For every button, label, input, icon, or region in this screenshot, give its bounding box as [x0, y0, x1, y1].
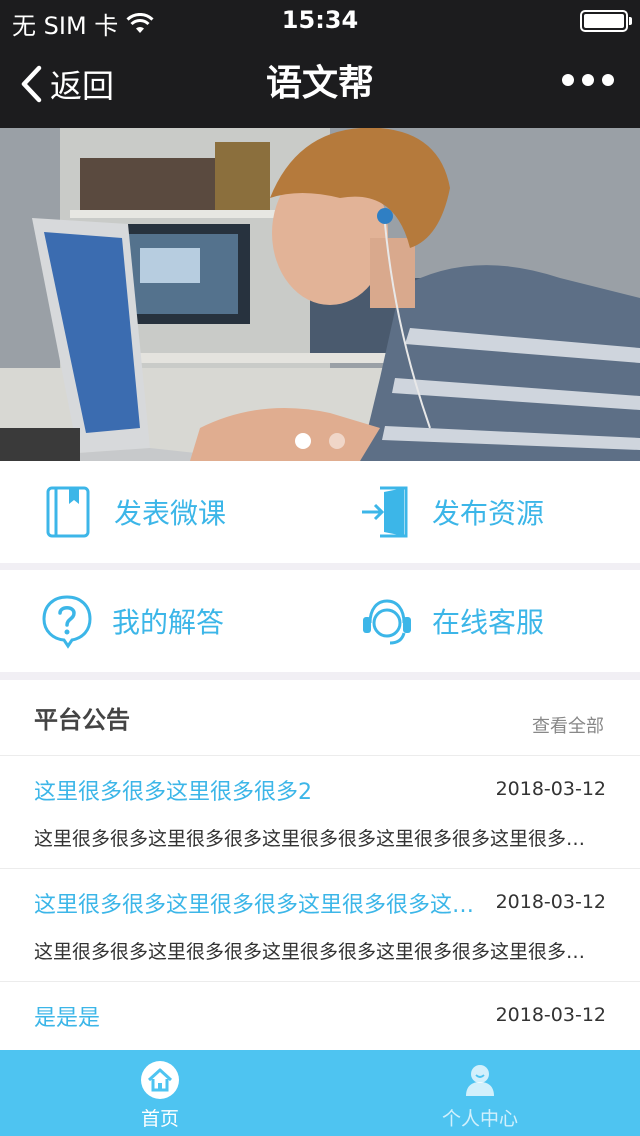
banner-carousel[interactable]	[0, 128, 640, 461]
more-dots-icon	[562, 74, 574, 86]
tab-home-label: 首页	[140, 1108, 179, 1130]
announcement-item-date: 2018-03-12	[495, 1004, 606, 1026]
more-button[interactable]	[562, 74, 614, 86]
announcement-title: 平台公告	[34, 706, 130, 734]
announcement-item-title: 这里很多很多这里很多很多2	[34, 780, 312, 805]
publish-resource-button[interactable]: 发布资源	[320, 461, 640, 563]
status-bar: 无 SIM 卡 15:34	[0, 0, 640, 40]
tab-home[interactable]: 首页	[0, 1050, 320, 1136]
status-time: 15:34	[281, 6, 359, 34]
headset-icon	[360, 591, 414, 651]
back-button[interactable]: 返回	[18, 40, 114, 128]
announcement-item-date: 2018-03-12	[495, 778, 606, 800]
announcement-item[interactable]: 这里很多很多这里很多很多这里很多很多这里很多很多这里很多很多 2018-03-1…	[0, 869, 640, 982]
online-service-button[interactable]: 在线客服	[320, 570, 640, 672]
tab-bar: 首页 个人中心	[0, 1050, 640, 1136]
section-divider	[0, 672, 640, 680]
announcement-item-desc: 这里很多很多这里很多很多这里很多很多这里很多很多这里很多很多这里很多很多这里很多…	[34, 941, 604, 963]
publish-resource-label: 发布资源	[432, 497, 545, 530]
announcement-item[interactable]: 这里很多很多这里很多很多2 2018-03-12 这里很多很多这里很多很多这里很…	[0, 756, 640, 869]
my-answers-button[interactable]: 我的解答	[0, 570, 320, 672]
home-icon	[141, 1061, 179, 1099]
announcement-item-date: 2018-03-12	[495, 891, 606, 913]
announcement-header: 平台公告 查看全部	[0, 680, 640, 756]
banner-image	[0, 128, 640, 461]
battery-icon	[580, 10, 632, 32]
announcement-item-title: 这里很多很多这里很多很多这里很多很多这里很多很多这里很多很多	[34, 893, 494, 918]
publish-microcourse-label: 发表微课	[114, 497, 227, 530]
back-label: 返回	[50, 67, 115, 105]
announcement-item[interactable]: 是是是 2018-03-12	[0, 982, 640, 1052]
announcement-item-desc: 这里很多很多这里很多很多这里很多很多这里很多很多这里很多很多这里很多很多这里很多…	[34, 828, 604, 850]
online-service-label: 在线客服	[432, 606, 545, 639]
publish-microcourse-button[interactable]: 发表微课	[0, 461, 320, 563]
user-icon	[466, 1065, 494, 1096]
action-row-1: 发表微课 发布资源	[0, 461, 640, 563]
tab-profile-label: 个人中心	[441, 1108, 518, 1130]
nav-bar: 返回 语文帮	[0, 40, 640, 128]
door-enter-icon	[360, 482, 414, 542]
view-all-link[interactable]: 查看全部	[532, 712, 604, 738]
announcement-item-title: 是是是	[34, 1006, 101, 1031]
book-icon	[42, 482, 96, 542]
tab-profile[interactable]: 个人中心	[320, 1050, 640, 1136]
my-answers-label: 我的解答	[112, 606, 225, 639]
carousel-dot-1[interactable]	[295, 433, 311, 449]
question-bubble-icon	[40, 591, 94, 651]
action-row-2: 我的解答 在线客服	[0, 570, 640, 672]
carousel-dot-2[interactable]	[329, 433, 345, 449]
carousel-indicator	[0, 433, 640, 449]
chevron-left-icon	[21, 65, 42, 103]
